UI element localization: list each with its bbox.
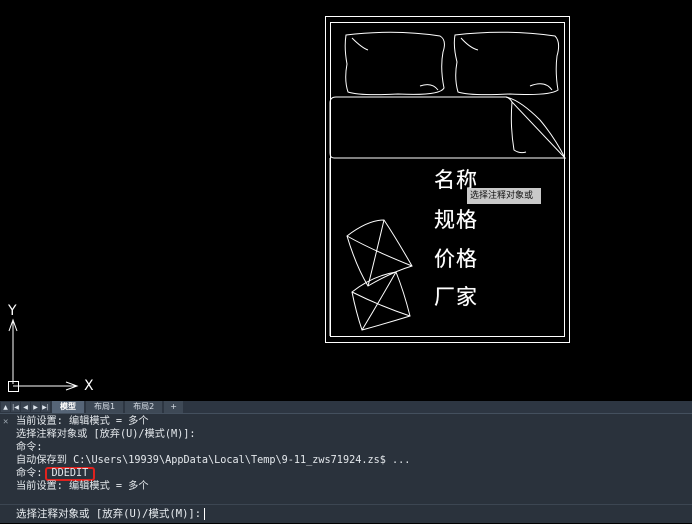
- text-cursor: [204, 508, 206, 520]
- throw-pillow-2: [351, 271, 411, 331]
- label-vendor[interactable]: 厂家: [434, 287, 478, 308]
- pillow-right: [453, 31, 560, 96]
- pillow-right-crease: [460, 37, 479, 51]
- tab-layout1[interactable]: 布局1: [86, 401, 124, 413]
- tab-next-icon[interactable]: ▶: [31, 402, 40, 412]
- pillow-left-crease: [351, 37, 369, 51]
- drawing-canvas[interactable]: 名称 规格 价格 厂家 Y X 选择注释对象或: [0, 0, 692, 401]
- command-history: 当前设置: 编辑模式 = 多个 选择注释对象或 [放弃(U)/模式(M)]: 命…: [16, 415, 410, 493]
- history-line: 自动保存到 C:\Users\19939\AppData\Local\Temp\…: [16, 455, 411, 466]
- pillow-right-crease-2: [529, 83, 553, 91]
- close-icon[interactable]: ✕: [3, 418, 11, 427]
- bed-drawing: [8, 16, 570, 392]
- command-input-line[interactable]: 选择注释对象或 [放弃(U)/模式(M)]:: [0, 504, 692, 523]
- axis-y-label: Y: [8, 303, 17, 319]
- history-line: 命令:: [16, 442, 43, 453]
- cursor-tooltip: 选择注释对象或: [467, 188, 541, 204]
- label-price[interactable]: 价格: [434, 249, 478, 270]
- command-history-panel[interactable]: ✕ 当前设置: 编辑模式 = 多个 选择注释对象或 [放弃(U)/模式(M)]:…: [0, 414, 692, 504]
- tab-first-icon[interactable]: |◀: [11, 402, 20, 412]
- label-spec[interactable]: 规格: [434, 210, 478, 231]
- blanket-fold: [329, 96, 567, 159]
- entered-command-highlight: DDEDIT: [44, 467, 96, 481]
- history-line-command: 命令: DDEDIT: [16, 467, 410, 481]
- command-prompt: 选择注释对象或 [放弃(U)/模式(M)]:: [16, 508, 202, 520]
- throw-pillow-2-folds: [351, 271, 411, 331]
- layout-tab-bar: ▲ |◀ ◀ ▶ ▶| 模型 布局1 布局2 +: [0, 401, 692, 414]
- history-line: 选择注释对象或 [放弃(U)/模式(M)]:: [16, 429, 196, 440]
- ucs-icon: [8, 318, 79, 392]
- tab-add[interactable]: +: [164, 401, 183, 413]
- tab-collapse-icon[interactable]: ▲: [1, 402, 10, 412]
- tab-layout2[interactable]: 布局2: [125, 401, 163, 413]
- pillow-left-crease-2: [419, 84, 439, 91]
- tab-prev-icon[interactable]: ◀: [21, 402, 30, 412]
- history-line: 当前设置: 编辑模式 = 多个: [16, 481, 149, 492]
- history-line-prompt: 命令:: [16, 468, 43, 479]
- tab-last-icon[interactable]: ▶|: [41, 402, 50, 412]
- axis-x-label: X: [84, 378, 94, 394]
- history-line: 当前设置: 编辑模式 = 多个: [16, 416, 149, 427]
- tab-model[interactable]: 模型: [52, 401, 84, 413]
